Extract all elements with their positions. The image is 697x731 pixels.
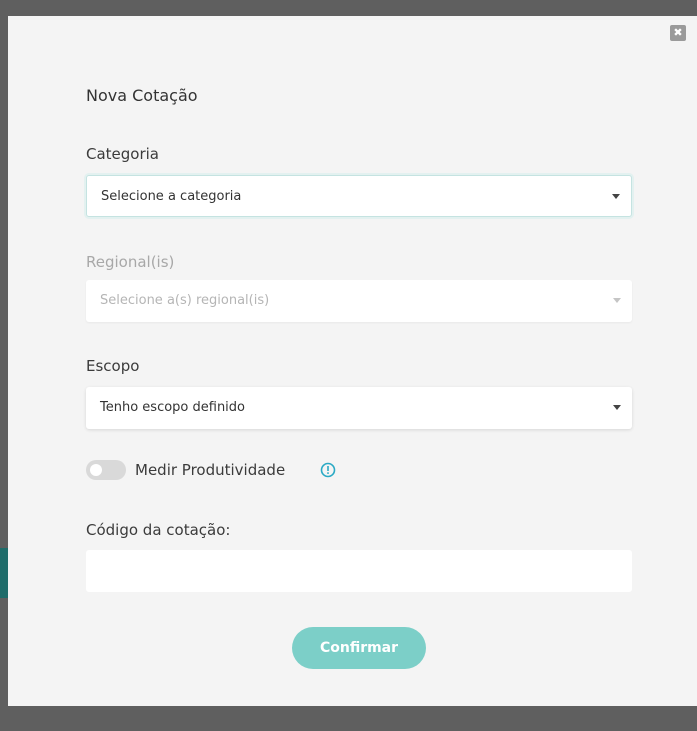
codigo-label: Código da cotação: (86, 521, 231, 539)
medir-produtividade-toggle[interactable] (86, 460, 126, 480)
categoria-select-value: Selecione a categoria (101, 189, 242, 204)
toggle-knob (90, 464, 102, 476)
regional-select: Selecione a(s) regional(is) (86, 280, 632, 322)
modal-title: Nova Cotação (86, 86, 198, 105)
escopo-select-value: Tenho escopo definido (100, 400, 245, 415)
medir-produtividade-label: Medir Produtividade (135, 461, 286, 479)
chevron-down-icon (612, 194, 620, 199)
regional-select-value: Selecione a(s) regional(is) (100, 293, 270, 308)
close-button[interactable]: ✖ (670, 25, 686, 41)
escopo-label: Escopo (86, 357, 140, 375)
categoria-label: Categoria (86, 145, 160, 163)
chevron-down-icon (613, 405, 621, 410)
codigo-input[interactable] (86, 550, 632, 592)
close-icon: ✖ (673, 26, 683, 39)
info-circle-icon[interactable] (320, 462, 336, 478)
regional-label: Regional(is) (86, 253, 175, 271)
escopo-select[interactable]: Tenho escopo definido (86, 387, 632, 429)
categoria-select[interactable]: Selecione a categoria (86, 175, 632, 217)
background-accent (0, 548, 8, 598)
chevron-down-icon (613, 298, 621, 303)
confirm-button[interactable]: Confirmar (292, 627, 426, 669)
